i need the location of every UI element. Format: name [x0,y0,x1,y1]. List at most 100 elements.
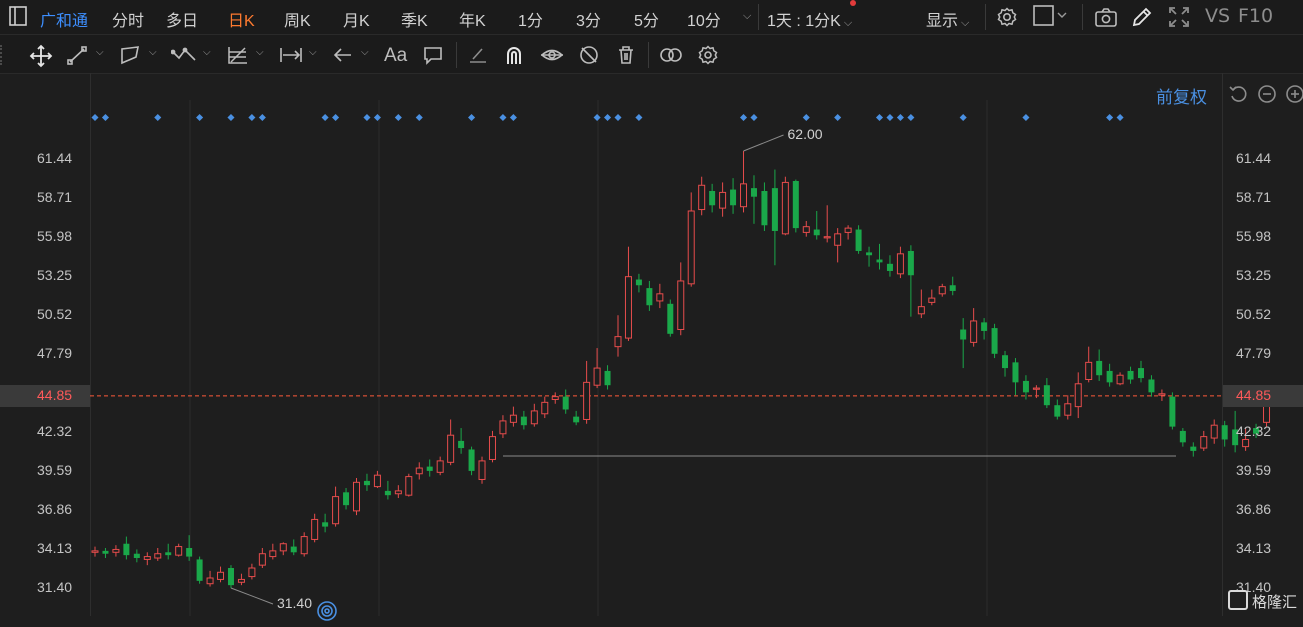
chevron-down-icon[interactable]: ⌵ [743,10,751,23]
sidebar-toggle-icon[interactable] [9,6,27,26]
candle-down [709,190,716,206]
candle-down [573,416,580,423]
tab-daily-k[interactable]: 日K [228,7,255,31]
candle-up [279,543,287,552]
candle-down [102,550,109,554]
fib-icon[interactable]: ⌵ [226,44,268,66]
eye-lock-icon[interactable] [540,44,564,66]
settings-icon[interactable] [996,6,1018,33]
tab-intraday[interactable]: 分时 [112,7,144,31]
display-menu[interactable]: 显示 ⌵ [926,7,969,31]
candle-up [1210,424,1218,439]
f10-button[interactable]: F10 [1238,5,1273,27]
candle-up [499,420,507,435]
y-tick-label: 47.79 [1236,344,1272,361]
event-marker [1116,113,1124,122]
interval-select-label: 1天 : 1分K [767,13,841,30]
tab-quarterly-k[interactable]: 季K [401,7,428,31]
candle-up [624,276,632,339]
candle-down [1127,370,1134,380]
y-tick-label: 53.25 [1236,266,1272,283]
chevron-down-icon: ⌵ [149,47,157,58]
candle-down [907,250,914,276]
pencil-icon[interactable] [1130,5,1154,34]
y-tick-label: 36.86 [37,501,73,518]
event-marker [101,113,109,122]
tab-weekly-k[interactable]: 周K [284,7,311,31]
candle-down [960,329,967,340]
channel-icon[interactable]: ⌵ [119,44,161,66]
target-icon[interactable] [316,600,338,627]
candle-up [530,410,538,425]
candle-down [855,229,862,251]
arrow-left-icon[interactable]: ⌵ [331,44,373,66]
tab-yearly-k[interactable]: 年K [459,7,486,31]
event-marker [332,113,340,122]
settings-icon[interactable] [697,44,719,66]
y-tick-label: 42.32 [37,423,73,440]
divider [758,4,759,30]
candle-down [1106,370,1113,383]
text-tool-icon[interactable]: Aa [384,45,407,67]
toolbar-grip[interactable] [0,45,8,65]
tab-multi-day[interactable]: 多日 [166,7,198,31]
event-marker [886,113,894,122]
candle-down [981,322,988,331]
comment-icon[interactable] [422,44,444,66]
trash-icon[interactable] [615,44,637,66]
candle-down [792,180,799,229]
y-tick-label: 39.59 [37,462,73,479]
compare-icon[interactable] [658,44,684,66]
watermark-text: 格隆汇 [1252,594,1298,611]
vs-button[interactable]: VS [1205,5,1230,27]
candle-down [876,259,883,263]
tab-1min[interactable]: 1分 [518,7,543,31]
event-marker [739,113,748,122]
move-icon[interactable] [29,44,53,68]
camera-icon[interactable] [1094,6,1118,33]
candle-up [896,253,904,275]
candlestick-chart[interactable]: 62.00 31.40 [0,73,1303,616]
candle-up [1200,436,1208,449]
candle-down [1221,425,1228,440]
candle-up [237,578,245,583]
chevron-down-icon: ⌵ [843,17,853,29]
divider [456,42,457,68]
candle-down [866,252,873,256]
candle-down [886,263,893,271]
event-marker [394,113,402,122]
event-marker [509,113,517,122]
eraser-icon[interactable] [467,44,489,66]
chevron-down-icon: ⌵ [961,17,970,29]
candle-down [813,229,820,236]
y-tick-label: 31.40 [37,579,73,595]
candle-down [1179,430,1186,443]
candle-down [196,559,203,581]
line-icon[interactable]: ⌵ [66,44,108,66]
y-tick-label: 50.52 [1236,305,1272,322]
candle-down [646,288,653,306]
event-marker [363,113,371,122]
y-tick-label: 61.44 [1236,150,1272,166]
tab-monthly-k[interactable]: 月K [343,7,370,31]
polyline-icon[interactable]: ⌵ [170,44,215,66]
tab-5min[interactable]: 5分 [634,7,659,31]
event-marker [248,113,256,122]
candle-down [426,466,433,471]
hide-icon[interactable] [578,44,600,66]
candle-up [928,297,936,303]
stock-name[interactable]: 广和通 [40,7,88,31]
layout-box-icon[interactable] [1033,5,1069,32]
candle-down [520,416,527,426]
watermark-logo-icon [1228,590,1248,610]
tab-3min[interactable]: 3分 [576,7,601,31]
range-icon[interactable]: ⌵ [279,44,321,66]
magnet-icon[interactable] [503,44,525,66]
candle-up [175,546,183,556]
fullscreen-icon[interactable] [1167,5,1191,34]
candle-up [488,436,496,460]
interval-select[interactable]: 1天 : 1分K ⌵ [767,7,852,31]
tab-10min[interactable]: 10分 [687,7,721,31]
current-price-label: 44.85 [37,386,73,403]
high-price-label: 62.00 [788,126,823,142]
